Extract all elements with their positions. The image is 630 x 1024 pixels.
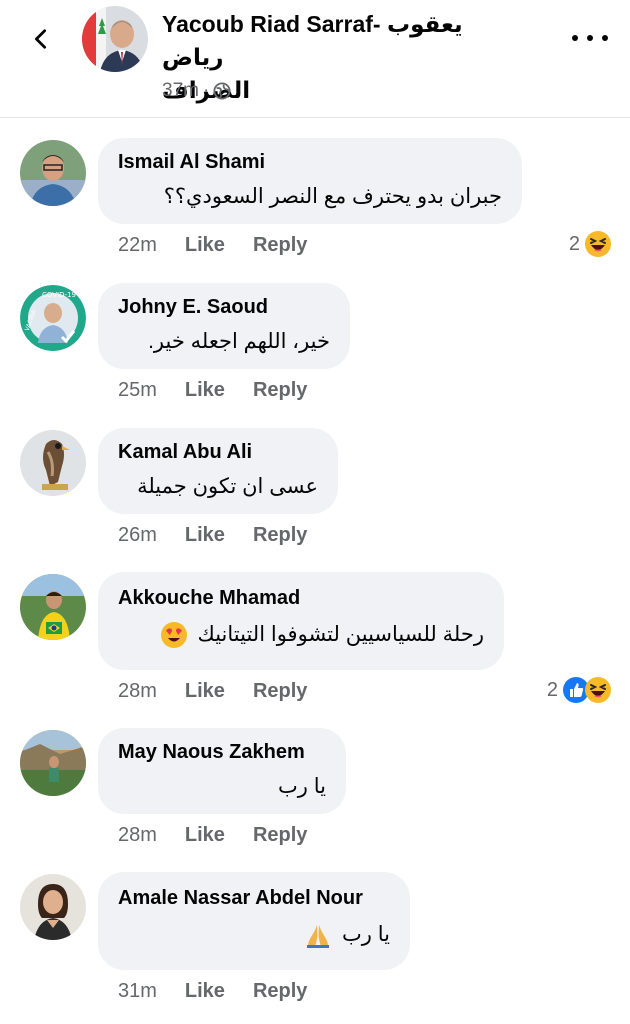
comment-bubble[interactable]: Akkouche Mhamad رحلة للسياسيين لتشوفوا ا… xyxy=(98,572,504,670)
reaction-count: 2 xyxy=(546,678,558,701)
commenter-avatar[interactable] xyxy=(20,730,86,796)
post-author-avatar[interactable] xyxy=(82,6,148,72)
comment-bubble[interactable]: Kamal Abu Ali عسى ان تكون جميلة xyxy=(98,428,338,514)
comment-text: يا رب xyxy=(118,918,390,952)
commenter-name[interactable]: Akkouche Mhamad xyxy=(118,584,484,612)
comment-actions: 25m Like Reply xyxy=(118,379,307,402)
comment-text-body: رحلة للسياسيين لتشوفوا التيتانيك xyxy=(197,623,484,646)
folded-hands-emoji xyxy=(307,925,330,949)
comment-time[interactable]: 22m xyxy=(118,234,157,257)
comment-text-body: يا رب xyxy=(342,923,390,946)
commenter-avatar[interactable] xyxy=(20,874,86,940)
reply-button[interactable]: Reply xyxy=(253,680,307,703)
reaction-summary[interactable]: 2 xyxy=(547,676,612,704)
like-button[interactable]: Like xyxy=(185,980,225,1003)
comment-bubble[interactable]: Johny E. Saoud خير، اللهم اجعله خير. xyxy=(98,283,350,369)
post-author-name-line1: Yacoub Riad Sarraf- يعقوب xyxy=(162,11,463,37)
commenter-avatar[interactable] xyxy=(20,140,86,206)
like-button[interactable]: Like xyxy=(185,524,225,547)
like-button[interactable]: Like xyxy=(185,680,225,703)
reply-button[interactable]: Reply xyxy=(253,234,307,257)
post-time: 37m xyxy=(162,80,199,101)
reply-button[interactable]: Reply xyxy=(253,524,307,547)
commenter-avatar[interactable] xyxy=(20,430,86,496)
back-button[interactable] xyxy=(24,22,58,56)
more-dots-icon xyxy=(572,35,578,41)
reply-button[interactable]: Reply xyxy=(253,379,307,402)
comment-text: خير، اللهم اجعله خير. xyxy=(148,330,330,353)
haha-icon xyxy=(585,231,611,257)
like-button[interactable]: Like xyxy=(185,234,225,257)
comment-time[interactable]: 26m xyxy=(118,524,157,547)
comment-actions: 28m Like Reply xyxy=(118,680,307,703)
comment-bubble[interactable]: Amale Nassar Abdel Nour يا رب xyxy=(98,872,410,970)
more-options-button[interactable] xyxy=(572,26,608,50)
reaction-count: 2 xyxy=(568,232,580,255)
haha-icon xyxy=(585,677,611,703)
commenter-avatar[interactable]: COVID-19 VACINA xyxy=(20,285,86,351)
comment-actions: 22m Like Reply xyxy=(118,234,307,257)
comment-time[interactable]: 28m xyxy=(118,680,157,703)
reply-button[interactable]: Reply xyxy=(253,824,307,847)
comment-text: رحلة للسياسيين لتشوفوا التيتانيك xyxy=(118,618,484,652)
reply-button[interactable]: Reply xyxy=(253,980,307,1003)
svg-text:COVID-19: COVID-19 xyxy=(42,291,76,299)
comment-text: جبران بدو يحترف مع النصر السعودي؟؟ xyxy=(163,185,502,208)
comment-text: يا رب xyxy=(278,775,326,798)
post-header: Yacoub Riad Sarraf- يعقوب رياض الصراف 37… xyxy=(0,0,630,118)
comment-time[interactable]: 28m xyxy=(118,824,157,847)
post-meta: 37m · xyxy=(162,80,231,102)
commenter-name[interactable]: Amale Nassar Abdel Nour xyxy=(118,884,390,912)
comment-time[interactable]: 31m xyxy=(118,980,157,1003)
like-button[interactable]: Like xyxy=(185,379,225,402)
reaction-summary[interactable]: 2 xyxy=(569,230,612,258)
comment-text: عسى ان تكون جميلة xyxy=(137,475,318,498)
like-button[interactable]: Like xyxy=(185,824,225,847)
comment-time[interactable]: 25m xyxy=(118,379,157,402)
commenter-name[interactable]: May Naous Zakhem xyxy=(118,738,326,766)
globe-icon xyxy=(213,82,231,100)
heart-eyes-emoji xyxy=(160,622,187,649)
comment-actions: 26m Like Reply xyxy=(118,524,307,547)
comment-actions: 31m Like Reply xyxy=(118,980,307,1003)
back-chevron-icon xyxy=(35,29,47,49)
comment-bubble[interactable]: Ismail Al Shami جبران بدو يحترف مع النصر… xyxy=(98,138,522,224)
commenter-name[interactable]: Ismail Al Shami xyxy=(118,148,502,176)
commenter-name[interactable]: Johny E. Saoud xyxy=(118,293,330,321)
commenter-avatar[interactable] xyxy=(20,574,86,640)
comment-actions: 28m Like Reply xyxy=(118,824,307,847)
meta-separator: · xyxy=(202,80,210,101)
commenter-name[interactable]: Kamal Abu Ali xyxy=(118,438,318,466)
comment-bubble[interactable]: May Naous Zakhem يا رب xyxy=(98,728,346,814)
